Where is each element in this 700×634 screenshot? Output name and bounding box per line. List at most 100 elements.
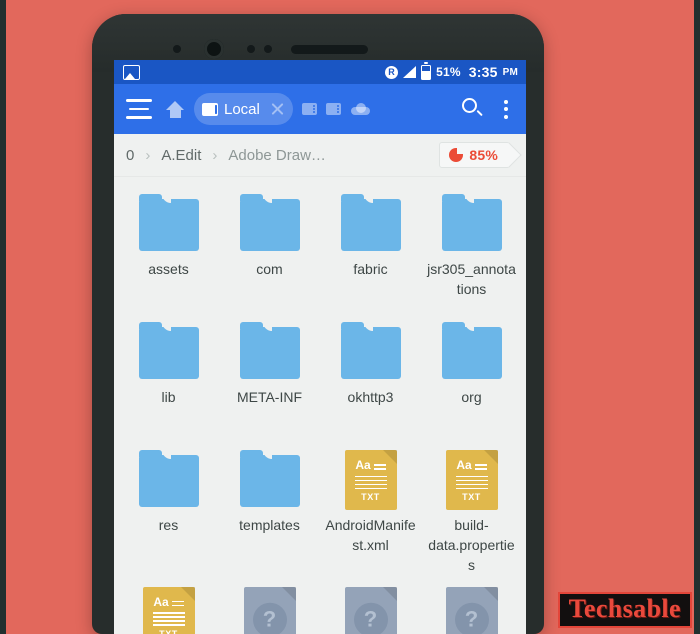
led-indicator-icon bbox=[264, 45, 272, 53]
folder-shape bbox=[340, 194, 401, 251]
folder-icon bbox=[238, 450, 302, 509]
page-fold-icon bbox=[483, 586, 498, 601]
file-grid-item[interactable]: assets bbox=[118, 187, 219, 311]
file-grid-item[interactable]: com bbox=[219, 187, 320, 311]
question-mark-icon: ? bbox=[252, 602, 287, 634]
breadcrumb: 0 › A.Edit › Adobe Draw… 85% bbox=[114, 134, 526, 177]
sd-card-icon bbox=[202, 102, 218, 116]
folder-icon bbox=[440, 194, 504, 253]
file-name-label: res bbox=[158, 517, 179, 533]
storage-chip-local[interactable]: Local bbox=[194, 93, 293, 125]
clock-label: 3:35 bbox=[468, 64, 498, 80]
folder-shape bbox=[138, 450, 199, 507]
unknown-file-icon: ? bbox=[238, 586, 302, 634]
file-grid-item[interactable]: okhttp3 bbox=[320, 315, 421, 439]
pie-chart-icon bbox=[449, 148, 464, 162]
folder-shape bbox=[340, 322, 401, 379]
phone-screen: R 51% 3:35 PM Local 0 › A.Edit › Adobe D… bbox=[114, 60, 526, 634]
hamburger-menu-icon[interactable] bbox=[126, 99, 152, 119]
file-name-label: jsr305_annotations bbox=[427, 261, 516, 297]
file-grid-item[interactable]: ? bbox=[219, 580, 320, 634]
file-type-badge: TXT bbox=[462, 492, 481, 502]
status-bar: R 51% 3:35 PM bbox=[114, 60, 526, 84]
storage-chip-label: Local bbox=[224, 100, 260, 118]
scene: R 51% 3:35 PM Local 0 › A.Edit › Adobe D… bbox=[0, 0, 700, 634]
file-grid-item[interactable]: lib bbox=[118, 315, 219, 439]
signal-icon bbox=[403, 66, 417, 78]
unknown-file-icon: ? bbox=[440, 586, 504, 634]
home-icon[interactable] bbox=[166, 100, 184, 118]
document-shape: Aa TXT bbox=[344, 450, 397, 510]
folder-shape bbox=[239, 450, 300, 507]
status-bar-notifications bbox=[123, 64, 385, 80]
close-icon[interactable] bbox=[270, 102, 285, 117]
file-name-label: build-data.properties bbox=[428, 517, 515, 573]
question-mark-icon: ? bbox=[454, 602, 489, 634]
text-glyph-icon: Aa bbox=[345, 459, 397, 478]
phone-device: R 51% 3:35 PM Local 0 › A.Edit › Adobe D… bbox=[92, 14, 544, 634]
light-sensor-icon bbox=[247, 45, 255, 53]
document-shape: Aa TXT bbox=[445, 450, 498, 510]
file-grid-item[interactable]: ? bbox=[320, 580, 421, 634]
file-grid-item[interactable]: org bbox=[421, 315, 522, 439]
file-name-label: lib bbox=[161, 389, 176, 405]
app-toolbar: Local bbox=[114, 84, 526, 134]
search-icon[interactable] bbox=[462, 98, 484, 120]
text-glyph-icon: Aa bbox=[143, 596, 195, 614]
text-file-icon: Aa TXT bbox=[440, 450, 504, 510]
file-grid-item[interactable]: Aa TXT bbox=[118, 580, 219, 634]
folder-shape bbox=[138, 322, 199, 379]
folder-icon bbox=[238, 322, 302, 381]
file-name-label: okhttp3 bbox=[347, 389, 394, 405]
file-grid-item[interactable]: fabric bbox=[320, 187, 421, 311]
folder-icon bbox=[137, 322, 201, 381]
file-grid-item[interactable]: Aa TXT build-data.properties bbox=[421, 443, 522, 576]
breadcrumb-item-2[interactable]: Adobe Draw… bbox=[228, 147, 326, 164]
file-grid-item[interactable]: ? bbox=[421, 580, 522, 634]
folder-shape bbox=[441, 194, 502, 251]
folder-icon bbox=[238, 194, 302, 253]
file-grid-item[interactable]: res bbox=[118, 443, 219, 576]
storage-usage-label: 85% bbox=[469, 147, 498, 163]
file-grid-item[interactable]: jsr305_annotations bbox=[421, 187, 522, 311]
unknown-file-icon: ? bbox=[339, 586, 403, 634]
sd-card-icon-3[interactable] bbox=[325, 103, 341, 115]
gallery-icon bbox=[123, 64, 140, 80]
folder-icon bbox=[339, 194, 403, 253]
file-name-label: templates bbox=[239, 517, 300, 533]
folder-icon bbox=[339, 322, 403, 381]
page-fold-icon bbox=[281, 586, 296, 601]
document-shape: ? bbox=[243, 586, 296, 634]
folder-icon bbox=[440, 322, 504, 381]
document-shape: ? bbox=[344, 586, 397, 634]
battery-percent-label: 51% bbox=[436, 65, 461, 79]
file-grid-item[interactable]: Aa TXT AndroidManifest.xml bbox=[320, 443, 421, 576]
file-name-label: assets bbox=[148, 261, 189, 277]
breadcrumb-item-1[interactable]: A.Edit bbox=[161, 147, 201, 164]
text-glyph-icon: Aa bbox=[446, 459, 498, 478]
breadcrumb-item-0[interactable]: 0 bbox=[126, 147, 134, 164]
page-fold-icon bbox=[382, 586, 397, 601]
storage-usage-badge[interactable]: 85% bbox=[439, 142, 510, 168]
folder-shape bbox=[239, 322, 300, 379]
folder-shape bbox=[239, 194, 300, 251]
file-grid-item[interactable]: META-INF bbox=[219, 315, 320, 439]
text-file-icon: Aa TXT bbox=[137, 586, 201, 634]
file-type-badge: TXT bbox=[159, 628, 178, 634]
cloud-icon[interactable] bbox=[350, 103, 370, 115]
front-camera-icon bbox=[204, 39, 224, 59]
folder-shape bbox=[138, 194, 199, 251]
roaming-icon: R bbox=[385, 65, 399, 79]
text-file-icon: Aa TXT bbox=[339, 450, 403, 510]
document-shape: Aa TXT bbox=[142, 586, 195, 634]
folder-shape bbox=[441, 322, 502, 379]
document-shape: ? bbox=[445, 586, 498, 634]
clock-period-label: PM bbox=[502, 66, 518, 78]
question-mark-icon: ? bbox=[353, 602, 388, 634]
sd-card-icon-2[interactable] bbox=[301, 103, 317, 115]
file-name-label: com bbox=[256, 261, 283, 277]
watermark: Techsable bbox=[557, 591, 692, 628]
overflow-menu-icon[interactable] bbox=[496, 99, 516, 119]
file-grid-item[interactable]: templates bbox=[219, 443, 320, 576]
file-name-label: fabric bbox=[353, 261, 388, 277]
